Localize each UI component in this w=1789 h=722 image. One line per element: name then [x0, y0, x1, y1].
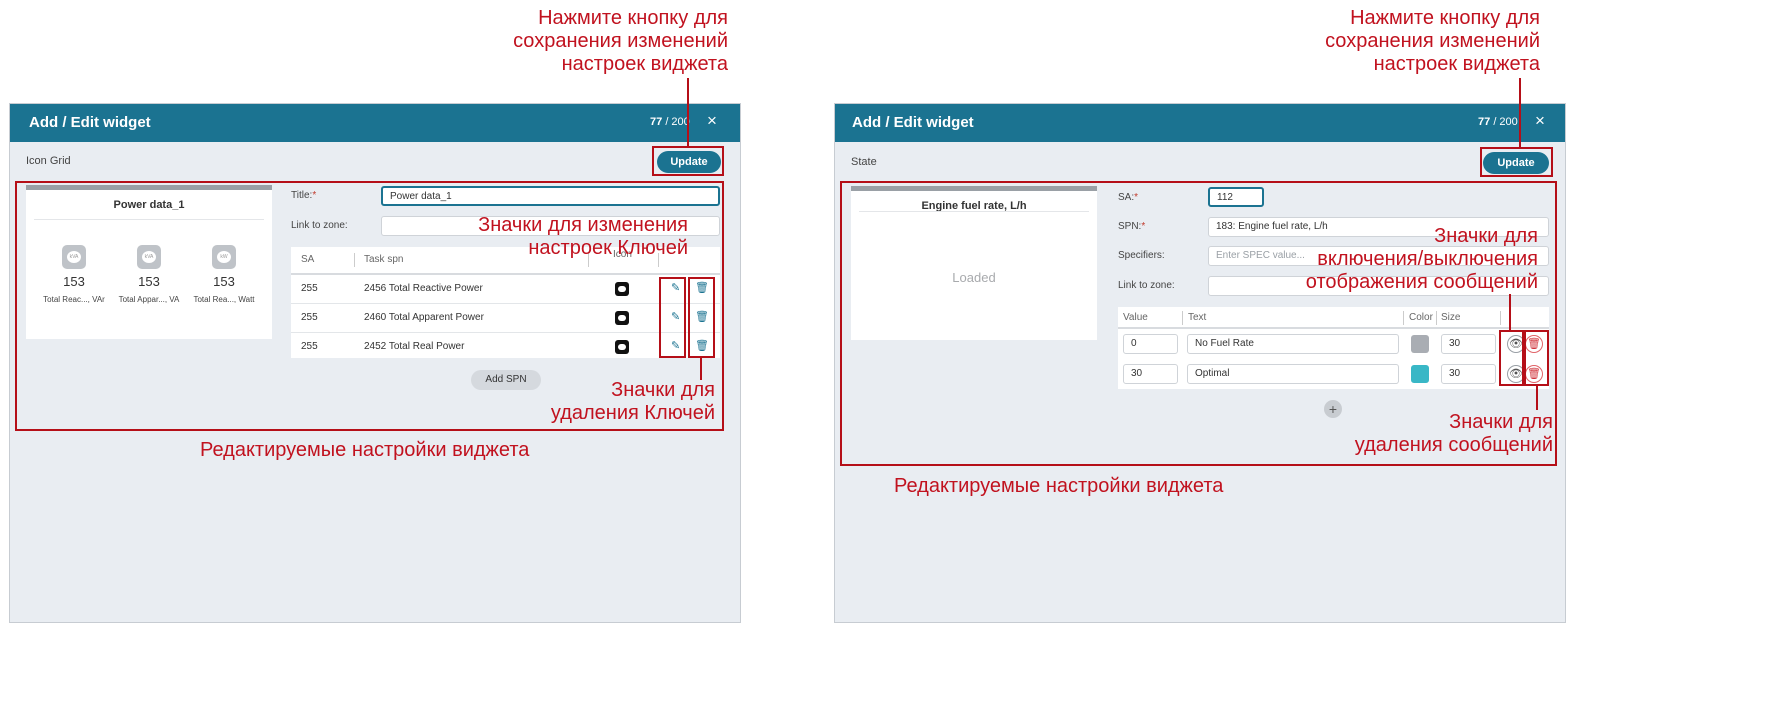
left-widget-counter: 77 / 200	[650, 116, 690, 128]
callout-line	[700, 358, 702, 380]
right-close-icon[interactable]: ×	[1535, 111, 1545, 131]
highlight-update	[652, 146, 724, 176]
highlight-eye-icons	[1499, 330, 1524, 386]
right-dialog-header: Add / Edit widget 77 / 200 ×	[835, 104, 1565, 142]
left-close-icon[interactable]: ×	[707, 111, 717, 131]
right-widget-type: State	[851, 156, 877, 168]
anno-right-toggle: Значки для включения/выключения отображени…	[1305, 225, 1538, 293]
anno-left-save: Нажмите кнопку для сохранения изменений на…	[513, 7, 728, 75]
callout-line	[1519, 78, 1521, 147]
left-dialog-title: Add / Edit widget	[29, 114, 151, 131]
left-dialog-header: Add / Edit widget 77 / 200 ×	[10, 104, 740, 142]
right-dialog-title: Add / Edit widget	[852, 114, 974, 131]
callout-line	[687, 78, 689, 146]
callout-line	[1536, 386, 1538, 410]
highlight-delete-icons	[688, 277, 715, 358]
left-widget-type: Icon Grid	[26, 155, 71, 167]
anno-right-editable: Редактируемые настройки виджета	[894, 475, 1224, 497]
highlight-update	[1480, 147, 1553, 177]
callout-line	[1509, 294, 1511, 330]
right-widget-counter: 77 / 200	[1478, 116, 1518, 128]
highlight-edit-icons	[659, 277, 686, 358]
highlight-delete-icons	[1524, 330, 1549, 386]
anno-right-delete: Значки для удаления сообщений	[1354, 411, 1553, 456]
anno-left-delete-keys: Значки для удаления Ключей	[550, 379, 715, 424]
anno-left-edit-keys: Значки для изменения настроек Ключей	[478, 214, 688, 259]
anno-right-save: Нажмите кнопку для сохранения изменений на…	[1325, 7, 1540, 75]
anno-left-editable: Редактируемые настройки виджета	[200, 439, 530, 461]
